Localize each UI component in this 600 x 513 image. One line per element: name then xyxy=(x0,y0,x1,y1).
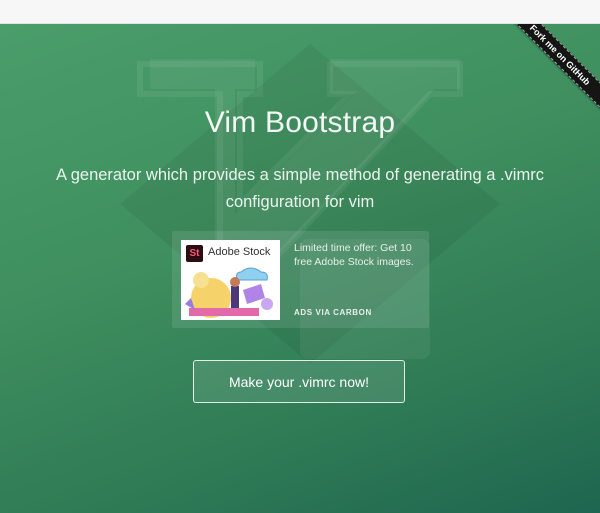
ad-image[interactable]: St Adobe Stock xyxy=(181,240,280,320)
hero-section: Fork me on GitHub Vim Bootstrap A genera… xyxy=(0,24,600,513)
fork-on-github-ribbon[interactable]: Fork me on GitHub xyxy=(510,24,600,114)
adobe-stock-logo-icon: St xyxy=(186,245,203,262)
ad-brand-name: Adobe Stock xyxy=(208,246,271,258)
ad-illustration xyxy=(185,267,273,318)
make-vimrc-button[interactable]: Make your .vimrc now! xyxy=(193,360,405,403)
carbon-ad[interactable]: St Adobe Stock Limited time offer: Get 1… xyxy=(172,231,429,328)
page-subtitle: A generator which provides a simple meth… xyxy=(56,166,544,211)
github-ribbon-container: Fork me on GitHub xyxy=(510,24,600,114)
ads-via-carbon-link[interactable]: ADS VIA CARBON xyxy=(294,308,372,317)
browser-top-bar xyxy=(0,0,600,24)
page-title: Vim Bootstrap xyxy=(204,106,396,139)
ad-description[interactable]: Limited time offer: Get 10 free Adobe St… xyxy=(294,241,422,269)
